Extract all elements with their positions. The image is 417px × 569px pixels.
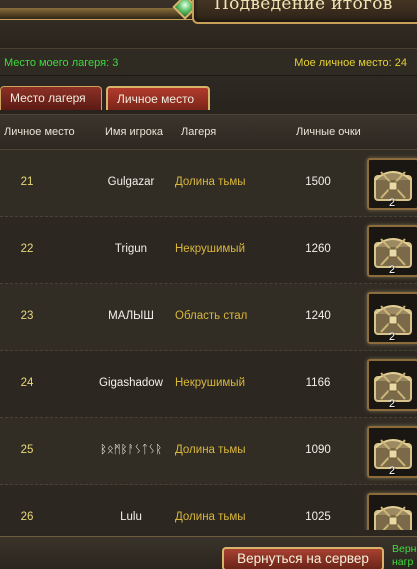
reward-slot[interactable]: 2 bbox=[367, 493, 417, 530]
reward-count: 2 bbox=[389, 331, 396, 343]
ranking-list[interactable]: 21 Gulgazar Долина тьмы 1500 2 22 Trigun… bbox=[0, 150, 417, 530]
page-title: Подведение итогов bbox=[214, 0, 393, 14]
my-camp-place: Место моего лагеря: 3 bbox=[4, 57, 119, 69]
reward-slot[interactable]: 2 bbox=[367, 225, 417, 277]
reward-slot[interactable]: 2 bbox=[367, 292, 417, 344]
camp-cell: Долина тьмы bbox=[175, 444, 246, 456]
tabs: Место лагеря Личное место bbox=[0, 76, 417, 114]
points-cell: 1166 bbox=[305, 377, 331, 389]
tab-camp-place[interactable]: Место лагеря bbox=[0, 86, 102, 110]
reward-count: 2 bbox=[389, 264, 396, 276]
player-name-cell: Gigashadow bbox=[99, 377, 163, 389]
return-reward-note: Верн нагр bbox=[392, 543, 417, 568]
rank-cell: 25 bbox=[20, 444, 34, 456]
treasure-chest-icon bbox=[374, 506, 412, 530]
reward-count: 2 bbox=[389, 465, 396, 477]
camp-cell: Долина тьмы bbox=[175, 511, 246, 523]
camp-cell: Долина тьмы bbox=[175, 176, 246, 188]
reward-count: 2 bbox=[389, 398, 396, 410]
tab-personal-place[interactable]: Личное место bbox=[106, 86, 210, 110]
rank-cell: 23 bbox=[20, 310, 34, 322]
points-cell: 1090 bbox=[305, 444, 331, 456]
player-name-cell: Gulgazar bbox=[107, 176, 155, 188]
title-bar: Подведение итогов bbox=[0, 0, 417, 48]
player-name-cell: Lulu bbox=[120, 511, 142, 523]
reward-slot[interactable]: 2 bbox=[367, 158, 417, 210]
player-name-cell: МАЛЫШ bbox=[108, 310, 154, 322]
camp-cell: Область стал bbox=[175, 310, 248, 322]
column-header-rank: Личное место bbox=[4, 126, 75, 138]
points-cell: 1240 bbox=[305, 310, 331, 322]
points-cell: 1260 bbox=[305, 243, 331, 255]
table-header: Личное место Имя игрока Лагеря Личные оч… bbox=[0, 114, 417, 150]
column-header-points: Личные очки bbox=[296, 126, 361, 138]
table-row: 26 Lulu Долина тьмы 1025 2 bbox=[0, 485, 417, 530]
table-row: 22 Trigun Некрушимый 1260 2 bbox=[0, 217, 417, 284]
title-plate: Подведение итогов bbox=[192, 0, 417, 24]
table-row: 21 Gulgazar Долина тьмы 1500 2 bbox=[0, 150, 417, 217]
column-header-player: Имя игрока bbox=[105, 126, 164, 138]
player-name-cell: Trigun bbox=[114, 243, 148, 255]
camp-cell: Некрушимый bbox=[175, 243, 245, 255]
table-row: 25 ᛒᛟᛗᛒᚨᛊᛏᛊᚱ Долина тьмы 1090 2 bbox=[0, 418, 417, 485]
column-header-camp: Лагеря bbox=[181, 126, 217, 138]
rank-cell: 22 bbox=[20, 243, 34, 255]
info-row: Место моего лагеря: 3 Мое личное место: … bbox=[0, 48, 417, 76]
reward-slot[interactable]: 2 bbox=[367, 426, 417, 478]
rank-cell: 26 bbox=[20, 511, 34, 523]
reward-count: 2 bbox=[389, 197, 396, 209]
rank-cell: 21 bbox=[20, 176, 34, 188]
player-name-cell: ᛒᛟᛗᛒᚨᛊᛏᛊᚱ bbox=[99, 444, 163, 456]
table-row: 24 Gigashadow Некрушимый 1166 2 bbox=[0, 351, 417, 418]
table-row: 23 МАЛЫШ Область стал 1240 2 bbox=[0, 284, 417, 351]
return-to-server-button[interactable]: Вернуться на сервер bbox=[222, 547, 384, 569]
rank-cell: 24 bbox=[20, 377, 34, 389]
reward-slot[interactable]: 2 bbox=[367, 359, 417, 411]
footer-bar: Вернуться на сервер Верн нагр bbox=[0, 536, 417, 569]
points-cell: 1025 bbox=[305, 511, 331, 523]
my-personal-place: Мое личное место: 24 bbox=[294, 57, 407, 69]
points-cell: 1500 bbox=[305, 176, 331, 188]
camp-cell: Некрушимый bbox=[175, 377, 245, 389]
